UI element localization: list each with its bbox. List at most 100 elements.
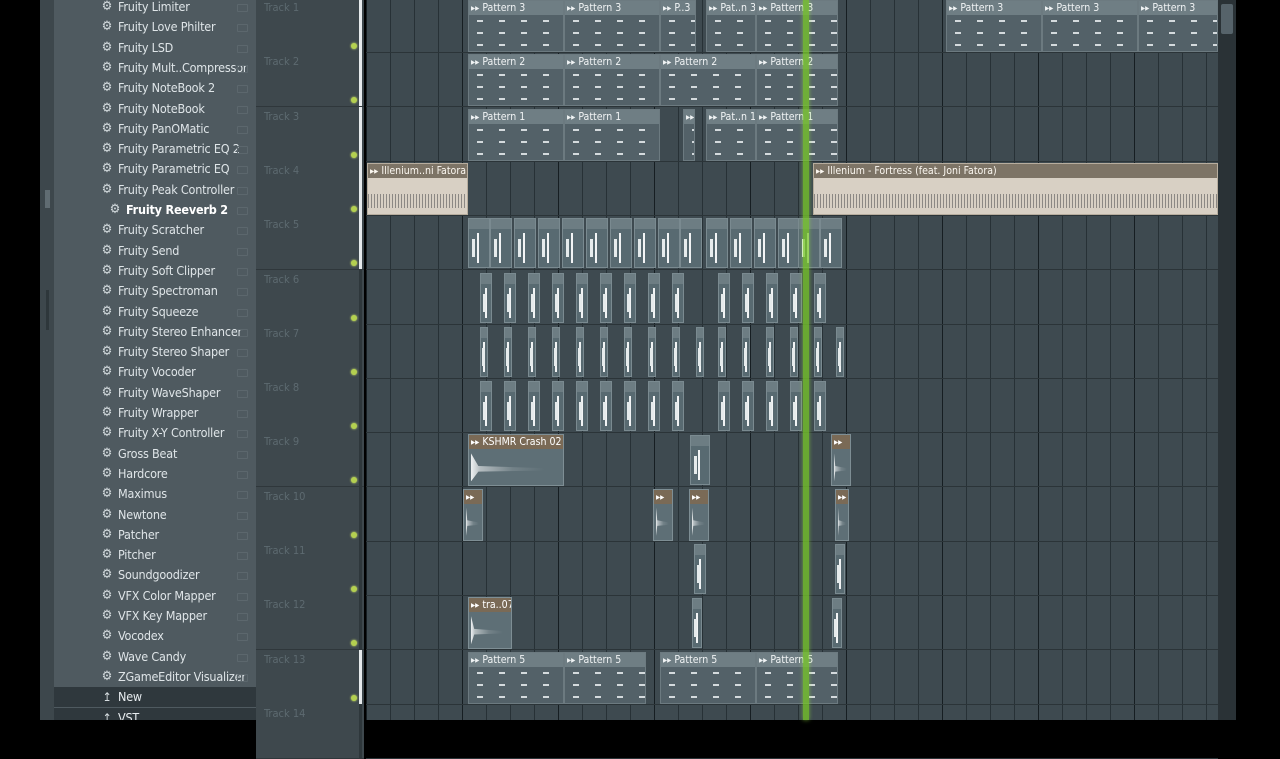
pattern-clip[interactable]: Pattern 3 xyxy=(946,0,1042,52)
sample-clip[interactable] xyxy=(600,326,608,377)
sample-clip[interactable] xyxy=(528,272,540,323)
browser-item[interactable]: ⚙ Pitcher xyxy=(54,545,256,565)
sample-clip[interactable] xyxy=(600,272,612,323)
track-mute-led[interactable] xyxy=(351,477,357,484)
sample-clip[interactable] xyxy=(528,381,540,432)
browser-item[interactable]: ⚙ Maximus xyxy=(54,484,256,504)
track-header[interactable]: Track 14 xyxy=(256,703,364,759)
sample-clip[interactable] xyxy=(648,381,660,432)
browser-item[interactable]: ⚙ Fruity Scratcher xyxy=(54,220,256,240)
pattern-clip[interactable]: Pattern 2 xyxy=(564,54,660,107)
browser-item[interactable]: ⚙ Fruity Squeeze xyxy=(54,302,256,322)
sample-clip[interactable] xyxy=(552,381,564,432)
sample-clip[interactable] xyxy=(648,272,660,323)
browser-item[interactable]: ⚙ Fruity Vocoder xyxy=(54,362,256,382)
sample-clip[interactable] xyxy=(742,272,754,323)
browser-item[interactable]: ⚙ ZGameEditor Visualizer xyxy=(54,667,256,687)
sample-clip[interactable] xyxy=(798,218,820,269)
plugin-browser[interactable]: ⚙ Fruity Limiter ⚙ Fruity Love Philter ⚙ Frui… xyxy=(40,0,256,720)
sample-clip[interactable] xyxy=(634,218,656,269)
browser-item[interactable]: ⚙ Vocodex xyxy=(54,626,256,646)
browser-item[interactable]: ⚙ Fruity Stereo Shaper xyxy=(54,342,256,362)
browser-item[interactable]: ⚙ Fruity Parametric EQ 2 xyxy=(54,139,256,159)
sample-clip[interactable] xyxy=(538,218,560,269)
sample-clip[interactable] xyxy=(696,326,704,377)
browser-item[interactable]: ⚙ Fruity Soft Clipper xyxy=(54,261,256,281)
sample-clip[interactable] xyxy=(680,218,702,269)
sample-clip[interactable] xyxy=(778,218,800,269)
browser-item[interactable]: ⚙ Fruity Peak Controller xyxy=(54,180,256,200)
pattern-clip[interactable]: Pattern 5 xyxy=(564,651,646,704)
sample-clip[interactable] xyxy=(672,381,684,432)
track-header[interactable]: Track 5 xyxy=(256,215,364,271)
track-mute-led[interactable] xyxy=(351,423,357,430)
track-mute-led[interactable] xyxy=(351,586,357,592)
sample-clip[interactable] xyxy=(814,272,826,323)
sample-clip[interactable] xyxy=(730,218,752,269)
track-mute-led[interactable] xyxy=(351,531,357,538)
sample-clip[interactable] xyxy=(576,381,588,432)
pattern-clip[interactable]: Pattern 3 xyxy=(1042,0,1138,52)
playlist-scrollbar[interactable] xyxy=(1218,0,1236,720)
sample-clip[interactable] xyxy=(562,218,584,269)
pattern-clip[interactable]: Pattern 1 xyxy=(564,108,660,161)
browser-item[interactable]: ↥ New xyxy=(54,687,256,708)
browser-gutter-handle[interactable] xyxy=(46,290,49,330)
sample-clip[interactable] xyxy=(552,272,564,323)
sample-clip[interactable] xyxy=(742,326,750,377)
pattern-clip[interactable]: Pattern 1 xyxy=(756,108,838,161)
sample-clip[interactable] xyxy=(624,381,636,432)
pattern-clip[interactable]: Pattern 2 xyxy=(660,54,756,107)
sample-clip[interactable] xyxy=(480,272,492,323)
track-header[interactable]: Track 10 xyxy=(256,486,364,542)
sample-clip[interactable] xyxy=(766,326,774,377)
sample-clip[interactable] xyxy=(836,326,844,377)
browser-item[interactable]: ⚙ Wave Candy xyxy=(54,647,256,667)
browser-item[interactable]: ⚙ Fruity LSD xyxy=(54,38,256,58)
playback-position-marker[interactable] xyxy=(803,0,809,720)
sample-clip[interactable] xyxy=(490,218,512,269)
track-header[interactable]: Track 2 xyxy=(256,52,364,108)
track-mute-led[interactable] xyxy=(351,205,357,212)
track-mute-led[interactable] xyxy=(351,694,357,701)
sample-clip[interactable] xyxy=(754,218,776,269)
sample-clip[interactable] xyxy=(718,326,726,377)
track-mute-led[interactable] xyxy=(351,368,357,375)
browser-item[interactable]: ⚙ Fruity Spectroman xyxy=(54,281,256,301)
sample-clip[interactable] xyxy=(576,272,588,323)
sample-clip[interactable] xyxy=(831,434,851,487)
pattern-clip[interactable]: Pattern 3 xyxy=(564,0,660,52)
browser-item[interactable]: ⚙ Newtone xyxy=(54,505,256,525)
sample-clip[interactable] xyxy=(576,326,584,377)
browser-item[interactable]: ⚙ VFX Key Mapper xyxy=(54,606,256,626)
sample-clip[interactable] xyxy=(463,488,483,541)
browser-item[interactable]: ⚙ VFX Color Mapper xyxy=(54,586,256,606)
sample-clip[interactable] xyxy=(742,381,754,432)
pattern-clip[interactable]: Pattern 3 xyxy=(468,0,564,52)
browser-item[interactable]: ⚙ Fruity Mult..Compressor xyxy=(54,58,256,78)
track-mute-led[interactable] xyxy=(351,314,357,321)
browser-item[interactable]: ⚙ Fruity NoteBook xyxy=(54,99,256,119)
sample-clip[interactable] xyxy=(648,326,656,377)
sample-clip[interactable] xyxy=(718,381,730,432)
sample-clip[interactable] xyxy=(766,272,778,323)
sample-clip[interactable]: KSHMR Crash 02 xyxy=(468,434,564,487)
sample-clip[interactable] xyxy=(766,381,778,432)
browser-item[interactable]: ⚙ Fruity X-Y Controller xyxy=(54,423,256,443)
sample-clip[interactable] xyxy=(610,218,632,269)
track-header[interactable]: Track 1 xyxy=(256,0,364,53)
sample-clip[interactable] xyxy=(653,488,673,541)
sample-clip[interactable] xyxy=(835,488,849,541)
browser-item[interactable]: ⚙ Gross Beat xyxy=(54,444,256,464)
sample-clip[interactable] xyxy=(658,218,680,269)
sample-clip[interactable] xyxy=(480,326,488,377)
pattern-clip[interactable]: Pattern 2 xyxy=(756,54,838,107)
audio-clip[interactable]: Illenium..ni Fatora) xyxy=(367,162,468,215)
browser-item[interactable]: ⚙ Fruity Love Philter xyxy=(54,17,256,37)
browser-item[interactable]: ⚙ Fruity Parametric EQ xyxy=(54,159,256,179)
pattern-clip[interactable]: Pat..n 1 xyxy=(706,108,756,161)
sample-clip[interactable] xyxy=(706,218,728,269)
sample-clip[interactable] xyxy=(468,218,490,269)
sample-clip[interactable] xyxy=(528,326,536,377)
browser-item[interactable]: ⚙ Fruity Stereo Enhancer xyxy=(54,322,256,342)
